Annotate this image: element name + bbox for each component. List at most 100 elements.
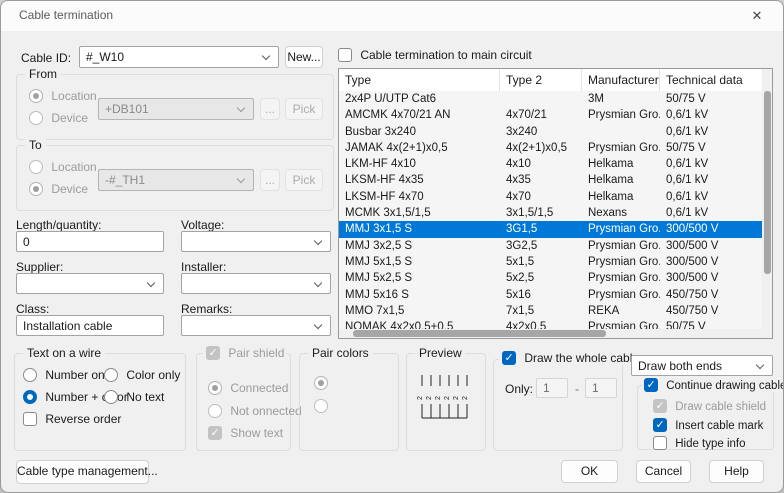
new-button[interactable]: New... bbox=[285, 46, 323, 68]
chevron-down-icon bbox=[262, 52, 270, 60]
pair-shield-label: Pair shield bbox=[228, 346, 284, 360]
main-circuit-checkbox[interactable]: Cable termination to main circuit bbox=[338, 48, 532, 62]
table-cell: 0,6/1 kV bbox=[660, 156, 772, 172]
table-row[interactable]: MMJ 5x16 S5x16Prysmian Gro...450/750 V bbox=[339, 287, 772, 303]
close-icon[interactable]: ✕ bbox=[743, 5, 771, 27]
vertical-scrollbar[interactable] bbox=[762, 69, 772, 338]
length-label: Length/quantity: bbox=[16, 218, 101, 232]
table-cell: MMJ 3x1,5 S bbox=[339, 221, 500, 237]
to-location-radio: Location bbox=[29, 160, 97, 174]
table-row[interactable]: MCMK 3x1,5/1,53x1,5/1,5Nexans0,6/1 kV bbox=[339, 205, 772, 221]
show-text-checkbox: Show text bbox=[208, 426, 283, 440]
help-button[interactable]: Help bbox=[709, 460, 764, 483]
chevron-down-icon bbox=[756, 361, 764, 369]
ok-button[interactable]: OK bbox=[561, 460, 618, 483]
draw-whole-cable-checkbox[interactable]: Draw the whole cable bbox=[499, 351, 642, 365]
from-location-combobox: +DB101 bbox=[98, 98, 254, 120]
cancel-button[interactable]: Cancel bbox=[636, 460, 691, 483]
length-input[interactable] bbox=[16, 231, 164, 252]
table-cell: Busbar 3x240 bbox=[339, 124, 500, 140]
table-cell bbox=[500, 91, 582, 107]
table-cell: JAMAK 4x(2+1)x0,5 bbox=[339, 140, 500, 156]
table-cell: 3x240 bbox=[500, 124, 582, 140]
table-row[interactable]: LKSM-HF 4x354x35Helkama0,6/1 kV bbox=[339, 172, 772, 188]
main-circuit-label: Cable termination to main circuit bbox=[360, 48, 531, 62]
remarks-combobox[interactable] bbox=[181, 315, 331, 336]
from-pick-button: Pick bbox=[285, 98, 323, 120]
radio-icon bbox=[29, 160, 43, 174]
only-from-input bbox=[536, 378, 568, 398]
cable-type-management-button[interactable]: Cable type management... bbox=[16, 460, 149, 484]
reverse-order-checkbox[interactable]: Reverse order bbox=[23, 412, 121, 426]
installer-combobox[interactable] bbox=[181, 273, 331, 294]
hide-type-info-checkbox[interactable]: Hide type info bbox=[653, 436, 746, 450]
table-cell: Prysmian Gro... bbox=[582, 287, 660, 303]
table-row[interactable]: MMJ 3x2,5 S3G2,5Prysmian Gro...300/500 V bbox=[339, 238, 772, 254]
column-header-manufacturer[interactable]: Manufacturer bbox=[582, 69, 660, 91]
table-cell bbox=[582, 124, 660, 140]
cable-id-label: Cable ID: bbox=[21, 51, 71, 65]
not-connected-radio: Not onnected bbox=[208, 404, 302, 418]
table-cell: 450/750 V bbox=[660, 287, 772, 303]
supplier-combobox[interactable] bbox=[16, 273, 164, 294]
table-row[interactable]: JAMAK 4x(2+1)x0,54x(2+1)x0,5Prysmian Gro… bbox=[339, 140, 772, 156]
color-only-label: Color only bbox=[126, 368, 180, 382]
class-input[interactable] bbox=[16, 315, 164, 336]
color-only-radio[interactable]: Color only bbox=[104, 368, 180, 382]
table-cell: 4x(2+1)x0,5 bbox=[500, 140, 582, 156]
chevron-down-icon bbox=[237, 104, 245, 112]
scrollbar-thumb[interactable] bbox=[353, 330, 606, 337]
table-cell: 50/75 V bbox=[660, 140, 772, 156]
table-row[interactable]: LKM-HF 4x104x10Helkama0,6/1 kV bbox=[339, 156, 772, 172]
table-row[interactable]: Busbar 3x2403x2400,6/1 kV bbox=[339, 124, 772, 140]
column-header-type[interactable]: Type bbox=[339, 69, 500, 91]
table-cell: 4x10 bbox=[500, 156, 582, 172]
column-header-type2[interactable]: Type 2 bbox=[500, 69, 582, 91]
number-only-radio[interactable]: Number only bbox=[23, 368, 113, 382]
column-header-technical-data[interactable]: Technical data bbox=[660, 69, 772, 91]
reverse-order-label: Reverse order bbox=[45, 412, 121, 426]
checkbox-icon bbox=[208, 426, 222, 440]
voltage-combobox[interactable] bbox=[181, 231, 331, 252]
hide-type-info-label: Hide type info bbox=[675, 438, 745, 450]
table-cell: 0,6/1 kV bbox=[660, 172, 772, 188]
pair-colors-radio-2 bbox=[314, 399, 328, 413]
table-row[interactable]: MMJ 5x1,5 S5x1,5Prysmian Gro...300/500 V bbox=[339, 254, 772, 270]
horizontal-scrollbar[interactable] bbox=[339, 329, 762, 338]
insert-cable-mark-checkbox[interactable]: Insert cable mark bbox=[653, 418, 763, 432]
table-cell: 0,6/1 kV bbox=[660, 107, 772, 123]
remarks-label: Remarks: bbox=[181, 302, 232, 316]
only-label: Only: bbox=[505, 382, 533, 396]
checkbox-icon bbox=[653, 399, 667, 413]
cable-termination-dialog: Cable termination ✕ Cable ID: #_W10 New.… bbox=[0, 0, 784, 493]
table-cell: Prysmian Gro... bbox=[582, 107, 660, 123]
scrollbar-thumb[interactable] bbox=[764, 91, 771, 274]
continue-drawing-checkbox[interactable]: Continue drawing cable bbox=[642, 378, 784, 392]
class-label: Class: bbox=[16, 302, 49, 316]
svg-text:2: 2 bbox=[462, 396, 469, 400]
chevron-down-icon bbox=[314, 237, 322, 245]
table-row[interactable]: MMO 7x1,57x1,5REKA450/750 V bbox=[339, 303, 772, 319]
table-cell: Prysmian Gro... bbox=[582, 221, 660, 237]
chevron-down-icon bbox=[237, 175, 245, 183]
table-row[interactable]: LKSM-HF 4x704x70Helkama0,6/1 kV bbox=[339, 189, 772, 205]
table-cell: 4x70/21 bbox=[500, 107, 582, 123]
table-row[interactable]: MMJ 5x2,5 S5x2,5Prysmian Gro...300/500 V bbox=[339, 270, 772, 286]
table-cell: 0,6/1 kV bbox=[660, 189, 772, 205]
table-cell: 3M bbox=[582, 91, 660, 107]
table-row[interactable]: 2x4P U/UTP Cat63M50/75 V bbox=[339, 91, 772, 107]
table-row[interactable]: MMJ 3x1,5 S3G1,5Prysmian Gro...300/500 V bbox=[339, 221, 772, 237]
table-cell: AMCMK 4x70/21 AN bbox=[339, 107, 500, 123]
no-text-radio[interactable]: No text bbox=[104, 390, 164, 404]
table-cell: Nexans bbox=[582, 205, 660, 221]
table-row[interactable]: AMCMK 4x70/21 AN4x70/21Prysmian Gro...0,… bbox=[339, 107, 772, 123]
radio-icon bbox=[29, 111, 43, 125]
to-device-combobox: -#_TH1 bbox=[98, 169, 254, 191]
cable-id-combobox[interactable]: #_W10 bbox=[79, 46, 279, 68]
radio-icon bbox=[314, 399, 328, 413]
to-device-radio: Device bbox=[29, 182, 88, 196]
from-device-radio: Device bbox=[29, 111, 88, 125]
preview-title: Preview bbox=[415, 346, 466, 360]
radio-icon bbox=[208, 404, 222, 418]
draw-ends-combobox[interactable]: Draw both ends bbox=[631, 355, 773, 376]
